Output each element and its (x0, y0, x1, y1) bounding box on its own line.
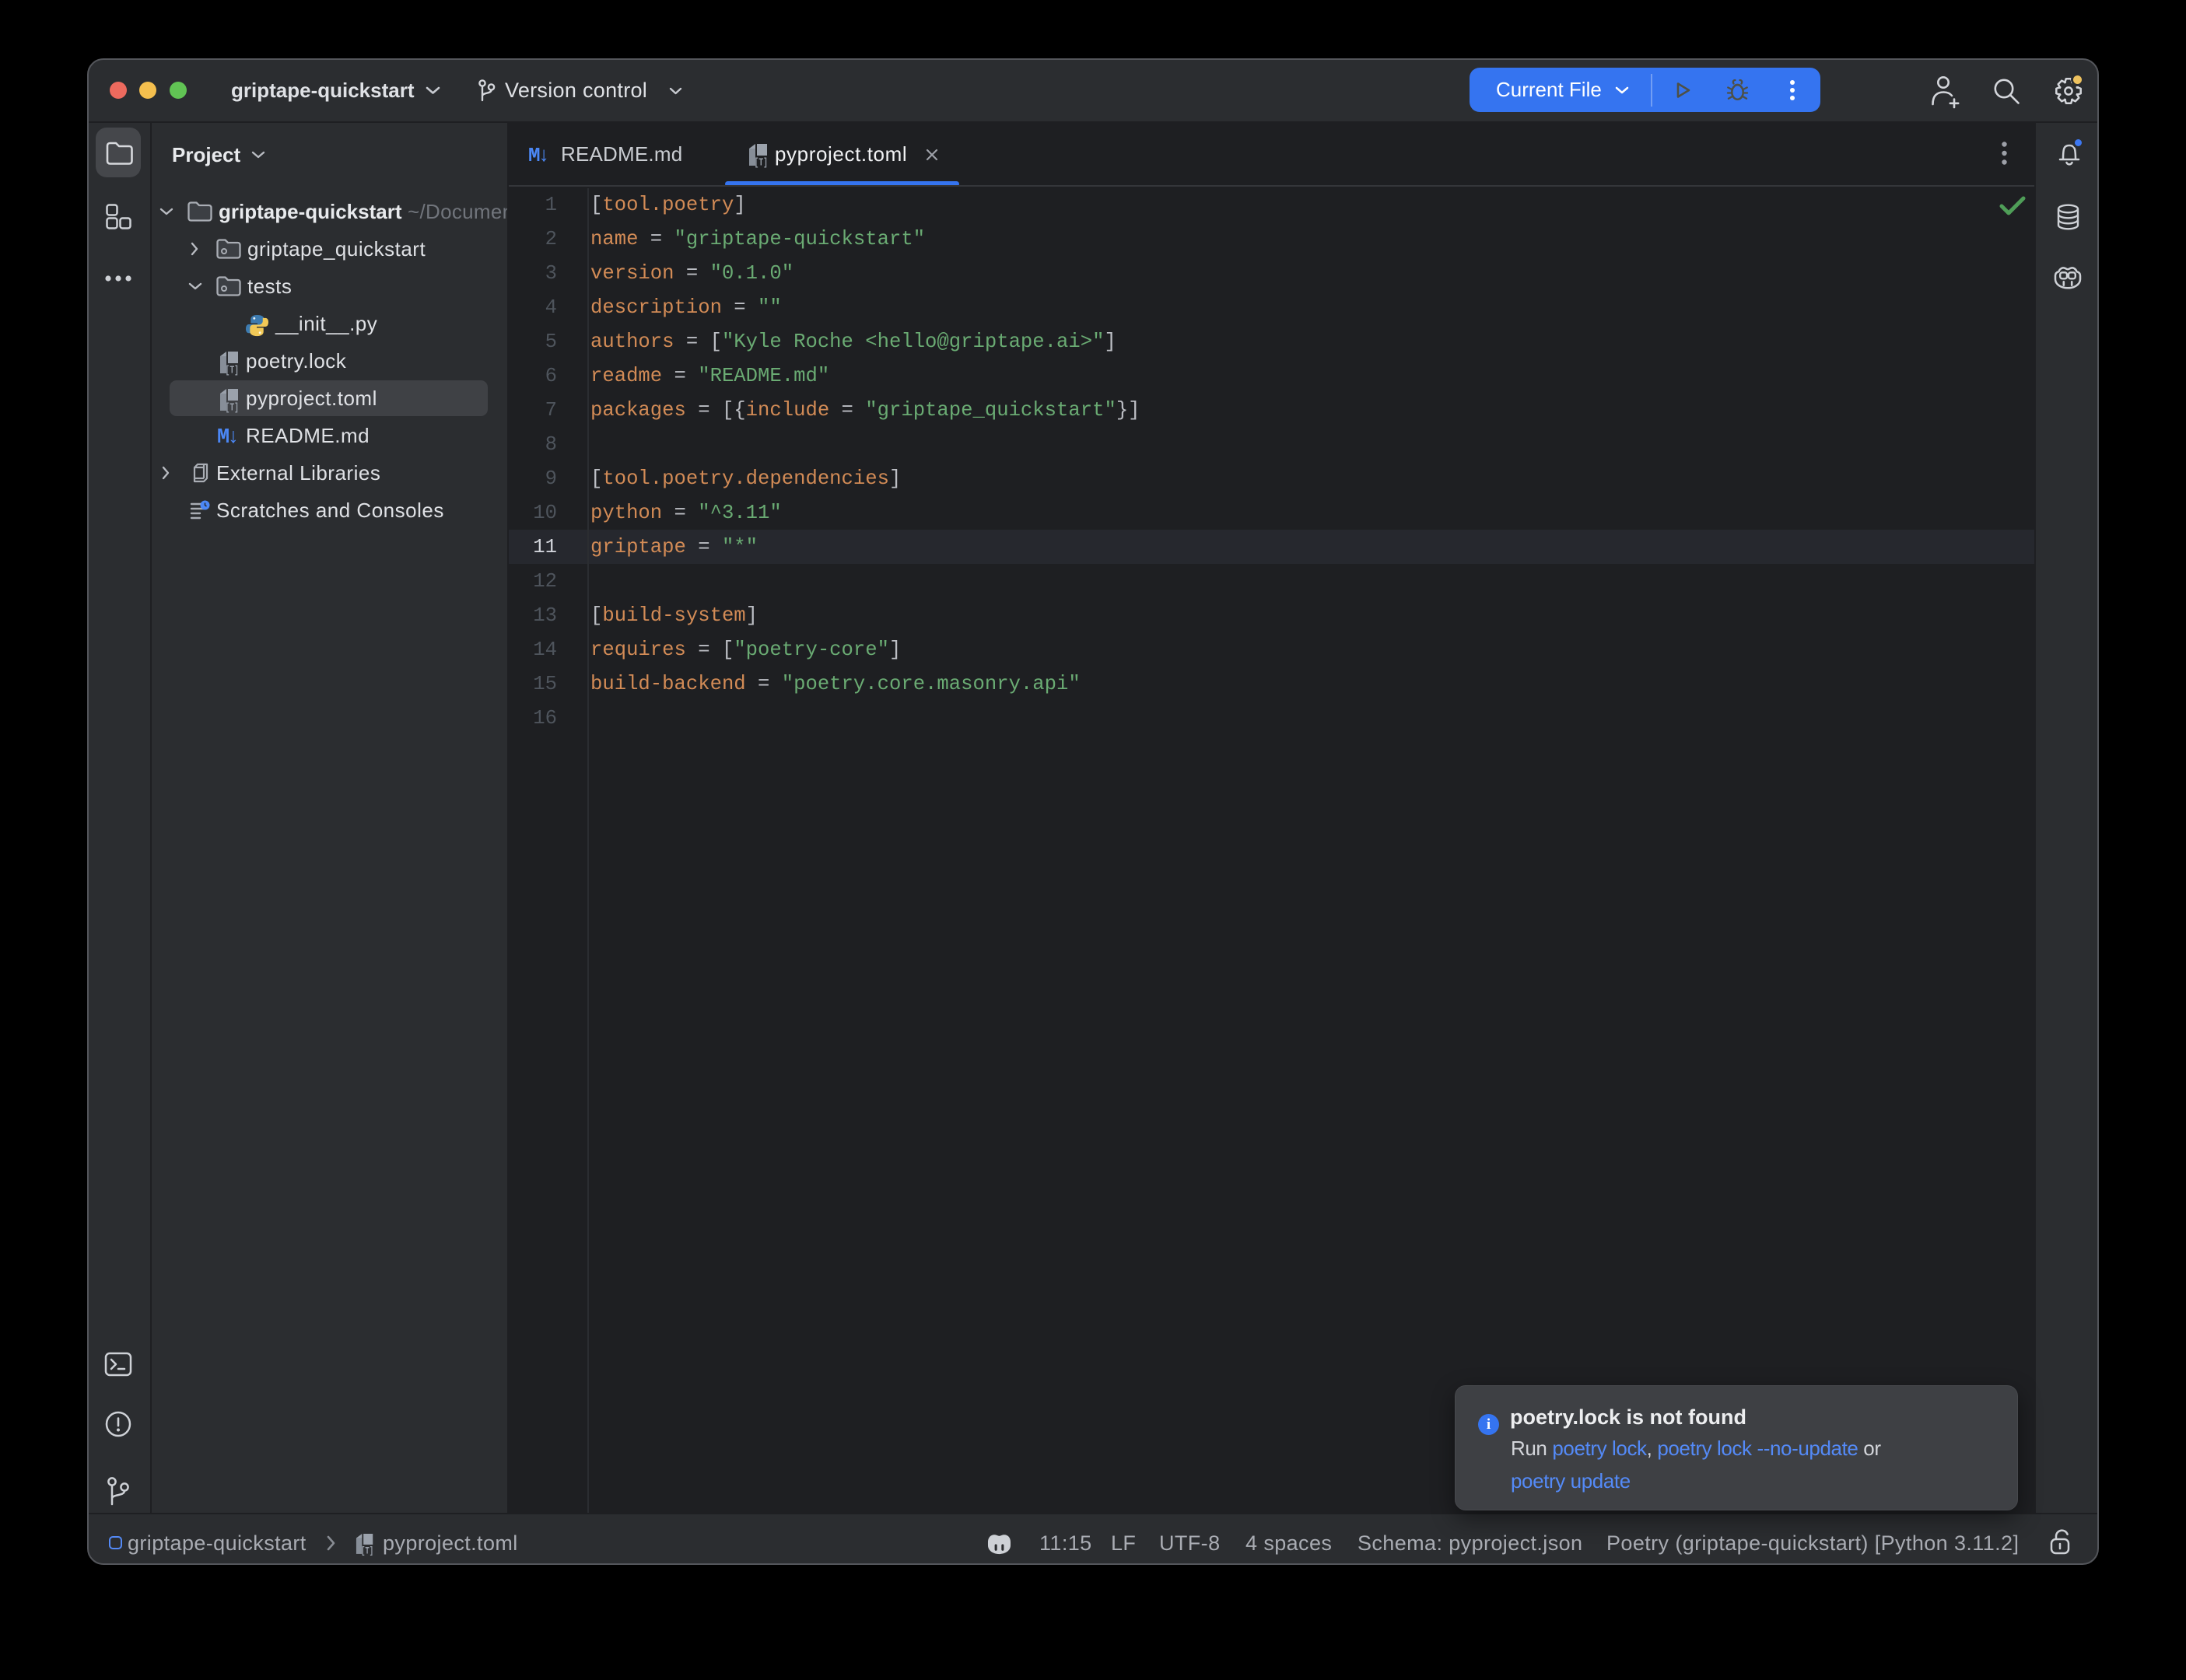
svg-text:[T]: [T] (361, 1545, 373, 1556)
svg-text:[T]: [T] (755, 157, 769, 170)
svg-text:[T]: [T] (226, 402, 240, 415)
svg-text:[T]: [T] (226, 365, 240, 377)
